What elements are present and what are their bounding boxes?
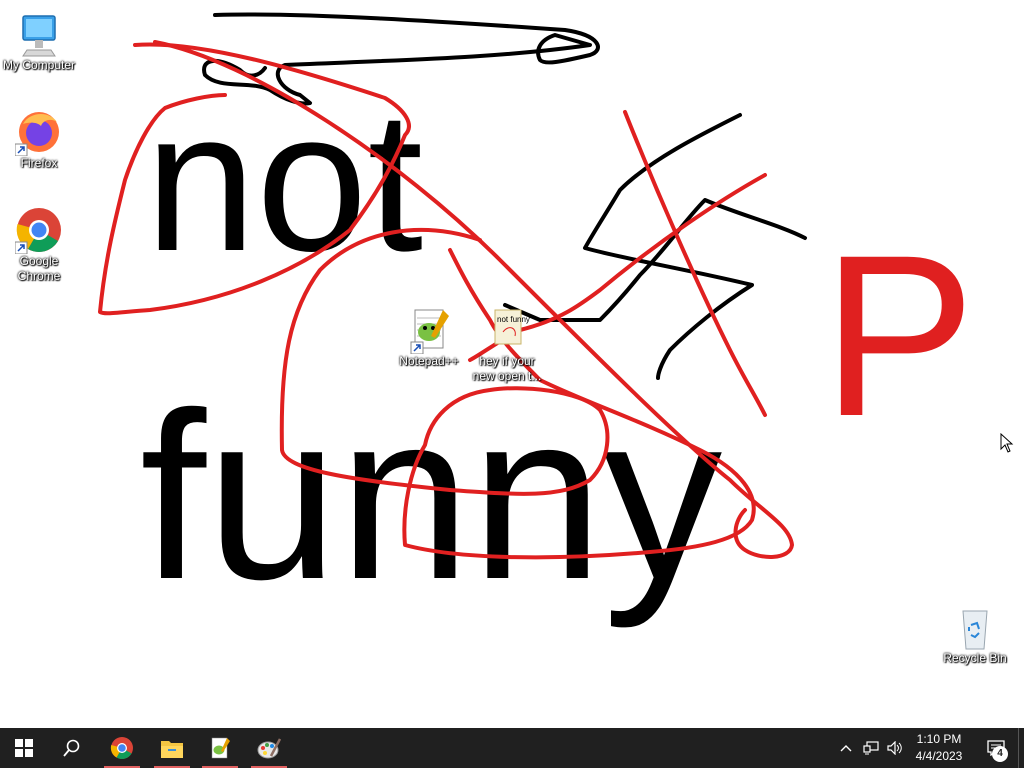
paint-icon	[257, 738, 281, 759]
notepadpp-icon	[211, 737, 230, 759]
network-button[interactable]	[858, 728, 884, 768]
taskbar-file-explorer-button[interactable]	[148, 728, 196, 768]
desktop-icon-notepadpp[interactable]: Notepad++	[390, 306, 468, 369]
desktop-icon-label: Firefox	[20, 156, 58, 170]
start-icon	[15, 739, 33, 757]
recycle-bin-icon	[951, 603, 999, 651]
action-center-button[interactable]: 4	[976, 728, 1016, 768]
search-button[interactable]	[48, 728, 96, 768]
clock-button[interactable]: 1:10 PM 4/4/2023	[906, 728, 972, 768]
desktop-icon-image-file[interactable]: not funny hey if your new open t...	[468, 306, 546, 384]
show-desktop-button[interactable]	[1018, 728, 1024, 768]
wallpaper-word-funny: funny	[140, 364, 722, 629]
notification-count-badge: 4	[992, 746, 1008, 762]
desktop-icon-label: My Computer	[2, 58, 76, 72]
notepadpp-icon	[405, 306, 453, 355]
taskbar-paint-button[interactable]	[245, 728, 293, 768]
file-thumbnail-text: not funny	[497, 315, 530, 324]
taskbar: 1:10 PM 4/4/2023 4	[0, 728, 1024, 768]
firefox-icon	[14, 108, 63, 157]
chrome-icon	[110, 737, 133, 759]
desktop-icon-my-computer[interactable]: My Computer	[0, 10, 78, 73]
clock-date: 4/4/2023	[915, 749, 963, 763]
network-icon	[863, 741, 879, 755]
desktop-icon-label: Recycle Bin	[943, 651, 1007, 665]
image-file-icon: not funny	[483, 306, 531, 354]
computer-icon	[15, 10, 63, 58]
mouse-cursor-icon	[1000, 433, 1014, 453]
desktop-icon-label: hey if your new open t...	[472, 354, 542, 383]
desktop-icon-label: Google Chrome	[17, 254, 61, 283]
file-explorer-icon	[161, 741, 183, 758]
volume-icon	[887, 741, 902, 755]
wallpaper-letter-p: P	[822, 207, 975, 464]
search-icon	[63, 739, 80, 757]
show-hidden-icons-button[interactable]	[834, 728, 858, 768]
taskbar-notepadpp-button[interactable]	[196, 728, 244, 768]
desktop-icon-google-chrome[interactable]: Google Chrome	[0, 206, 78, 284]
clock-time: 1:10 PM	[916, 732, 962, 746]
taskbar-chrome-button[interactable]	[98, 728, 146, 768]
chrome-icon	[14, 206, 63, 255]
start-button[interactable]	[0, 728, 48, 768]
desktop-icon-label: Notepad++	[399, 354, 459, 368]
desktop-icon-firefox[interactable]: Firefox	[0, 108, 78, 171]
chevron-up-icon	[840, 745, 852, 752]
volume-button[interactable]	[884, 728, 906, 768]
desktop-icon-recycle-bin[interactable]: Recycle Bin	[936, 603, 1014, 666]
